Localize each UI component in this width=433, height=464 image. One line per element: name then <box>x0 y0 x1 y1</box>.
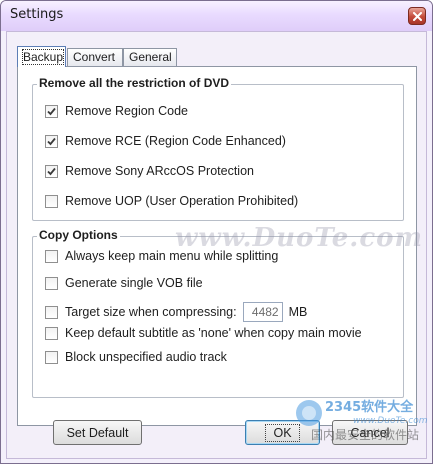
settings-window: Settings Backup Convert General Remove a… <box>0 0 433 464</box>
check-icon <box>47 137 56 145</box>
ok-label: OK <box>265 423 300 442</box>
tab-backup-label: Backup <box>21 49 65 65</box>
ok-button[interactable]: OK <box>245 420 320 445</box>
tab-convert[interactable]: Convert <box>67 48 123 66</box>
check-icon <box>47 107 56 115</box>
target-size-option[interactable]: Target size when compressing: MB <box>45 301 307 323</box>
close-icon <box>412 11 422 21</box>
title-bar[interactable]: Settings <box>1 1 432 31</box>
default-subtitle-label: Keep default subtitle as 'none' when cop… <box>65 326 362 340</box>
tab-general[interactable]: General <box>123 48 177 66</box>
keep-main-menu-option[interactable]: Always keep main menu while splitting <box>45 248 278 264</box>
backup-panel: Remove all the restriction of DVD Remove… <box>17 66 417 426</box>
tab-general-label: General <box>129 50 172 64</box>
block-audio-checkbox[interactable] <box>45 350 58 364</box>
target-size-label: Target size when compressing: <box>65 305 237 319</box>
remove-uop-label: Remove UOP (User Operation Prohibited) <box>65 194 299 208</box>
remove-region-code-option[interactable]: Remove Region Code <box>45 103 188 119</box>
remove-uop-option[interactable]: Remove UOP (User Operation Prohibited) <box>45 193 298 209</box>
default-subtitle-option[interactable]: Keep default subtitle as 'none' when cop… <box>45 325 362 341</box>
remove-rce-option[interactable]: Remove RCE (Region Code Enhanced) <box>45 133 286 149</box>
keep-main-menu-checkbox[interactable] <box>45 249 58 263</box>
block-audio-option[interactable]: Block unspecified audio track <box>45 349 227 365</box>
dialog-body: Backup Convert General Remove all the re… <box>6 31 427 459</box>
target-size-unit: MB <box>288 305 308 319</box>
close-button[interactable] <box>408 7 426 25</box>
check-icon <box>47 167 56 175</box>
remove-arccos-label: Remove Sony ARccOS Protection <box>65 164 254 178</box>
single-vob-checkbox[interactable] <box>45 276 58 290</box>
remove-region-code-checkbox[interactable] <box>45 104 58 118</box>
remove-arccos-checkbox[interactable] <box>45 164 58 178</box>
remove-uop-checkbox[interactable] <box>45 194 58 208</box>
cancel-button[interactable]: Cancel <box>332 420 408 445</box>
remove-arccos-option[interactable]: Remove Sony ARccOS Protection <box>45 163 254 179</box>
remove-region-code-label: Remove Region Code <box>65 104 188 118</box>
cancel-label: Cancel <box>350 425 390 440</box>
window-title: Settings <box>10 7 64 22</box>
default-subtitle-checkbox[interactable] <box>45 326 58 340</box>
remove-rce-label: Remove RCE (Region Code Enhanced) <box>65 134 286 148</box>
copy-group-title: Copy Options <box>37 228 120 242</box>
remove-rce-checkbox[interactable] <box>45 134 58 148</box>
target-size-input[interactable] <box>242 302 283 322</box>
keep-main-menu-label: Always keep main menu while splitting <box>65 249 279 263</box>
tab-backup[interactable]: Backup <box>17 46 66 67</box>
tab-convert-label: Convert <box>73 50 116 64</box>
set-default-label: Set Default <box>66 425 129 440</box>
copy-options-group: Copy Options Always keep main menu while… <box>32 228 404 398</box>
single-vob-label: Generate single VOB file <box>65 276 203 290</box>
block-audio-label: Block unspecified audio track <box>65 350 227 364</box>
single-vob-option[interactable]: Generate single VOB file <box>45 275 203 291</box>
dvd-group-title: Remove all the restriction of DVD <box>37 76 232 90</box>
dvd-restriction-group: Remove all the restriction of DVD Remove… <box>32 76 404 221</box>
target-size-checkbox[interactable] <box>45 305 58 319</box>
set-default-button[interactable]: Set Default <box>53 420 142 445</box>
